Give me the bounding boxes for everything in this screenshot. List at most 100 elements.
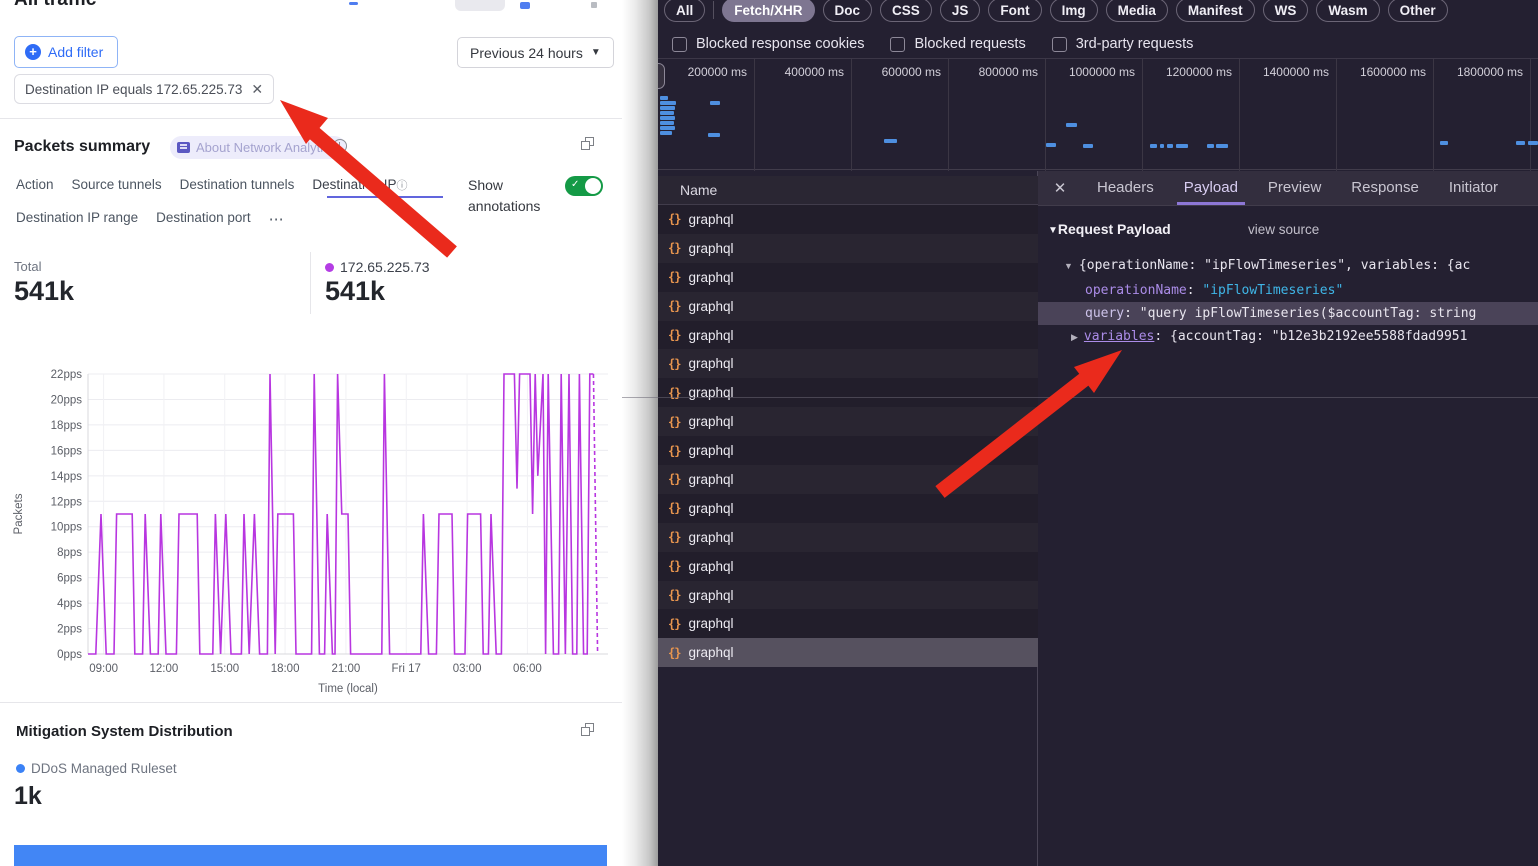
- filter-pill-manifest[interactable]: Manifest: [1176, 0, 1255, 22]
- view-source-link[interactable]: view source: [1248, 222, 1319, 237]
- checkbox-3rd-party-requests[interactable]: 3rd-party requests: [1052, 36, 1194, 52]
- json-braces-icon: {}: [668, 646, 680, 660]
- expand-icon[interactable]: [581, 723, 594, 736]
- checkbox-blocked-requests[interactable]: Blocked requests: [890, 36, 1025, 52]
- waterfall-request-mark: [660, 116, 675, 120]
- close-icon[interactable]: ✕: [251, 81, 263, 98]
- details-tab-response[interactable]: Response: [1336, 171, 1434, 206]
- tab-destination-ip[interactable]: Destination IP ⓘ: [312, 177, 407, 193]
- svg-text:Time (local): Time (local): [318, 683, 378, 695]
- request-name: graphql: [688, 559, 733, 574]
- request-row[interactable]: {}graphql: [658, 609, 1038, 638]
- request-name: graphql: [688, 385, 733, 400]
- request-row[interactable]: {}graphql: [658, 407, 1038, 436]
- filter-chip[interactable]: Destination IP equals 172.65.225.73 ✕: [14, 74, 274, 104]
- details-tab-headers[interactable]: Headers: [1082, 171, 1169, 206]
- tab-destination-port[interactable]: Destination port: [156, 210, 251, 228]
- payload-row-operationName[interactable]: operationName: "ipFlowTimeseries": [1038, 279, 1538, 302]
- checkbox-box[interactable]: [672, 37, 687, 52]
- request-row[interactable]: {}graphql: [658, 378, 1038, 407]
- more-tabs-button[interactable]: ⋯: [269, 210, 285, 228]
- header-fragment: [591, 2, 597, 8]
- request-rows: {}graphql{}graphql{}graphql{}graphql{}gr…: [658, 205, 1038, 667]
- svg-text:15:00: 15:00: [210, 663, 239, 675]
- request-name: graphql: [688, 645, 733, 660]
- svg-text:06:00: 06:00: [513, 663, 542, 675]
- request-row[interactable]: {}graphql: [658, 263, 1038, 292]
- header-fragment: [455, 0, 505, 11]
- header-fragment: [520, 2, 530, 9]
- filter-pill-other[interactable]: Other: [1388, 0, 1448, 22]
- header-fragment: [349, 2, 358, 5]
- request-row[interactable]: {}graphql: [658, 494, 1038, 523]
- tab-source-tunnels[interactable]: Source tunnels: [72, 177, 162, 193]
- request-row[interactable]: {}graphql: [658, 292, 1038, 321]
- tab-destination-tunnels[interactable]: Destination tunnels: [180, 177, 295, 193]
- request-payload-section[interactable]: ▼Request Payload: [1048, 221, 1171, 237]
- json-braces-icon: {}: [668, 415, 680, 429]
- json-braces-icon: {}: [668, 472, 680, 486]
- expand-icon[interactable]: [581, 137, 594, 150]
- request-row[interactable]: {} graphql: [658, 638, 1038, 667]
- checkbox-box[interactable]: [1052, 37, 1067, 52]
- timeline-tick-label: 800000 ms: [949, 65, 1038, 79]
- details-tab-payload[interactable]: Payload: [1169, 171, 1253, 206]
- packets-timeseries-chart[interactable]: 0pps2pps4pps6pps8pps10pps12pps14pps16pps…: [8, 360, 618, 696]
- timeline-tick-label: 1000000 ms: [1046, 65, 1135, 79]
- filter-pill-doc[interactable]: Doc: [823, 0, 873, 22]
- svg-text:10pps: 10pps: [51, 522, 83, 534]
- window-artifact-line: [622, 397, 1538, 398]
- filter-pill-all[interactable]: All: [664, 0, 705, 22]
- json-braces-icon: {}: [668, 357, 680, 371]
- filter-pill-fetch-xhr[interactable]: Fetch/XHR: [722, 0, 814, 22]
- filter-chip-label: Destination IP equals 172.65.225.73: [25, 82, 242, 97]
- payload-row-query[interactable]: query: "query ipFlowTimeseries($accountT…: [1038, 302, 1538, 325]
- json-braces-icon: {}: [668, 328, 680, 342]
- details-tab-initiator[interactable]: Initiator: [1434, 171, 1513, 206]
- payload-summary-line[interactable]: ▼{operationName: "ipFlowTimeseries", var…: [1038, 254, 1538, 277]
- checkbox-box[interactable]: [890, 37, 905, 52]
- checkbox-blocked-response-cookies[interactable]: Blocked response cookies: [672, 36, 864, 52]
- request-name: graphql: [688, 443, 733, 458]
- filter-pill-font[interactable]: Font: [988, 0, 1041, 22]
- active-tab-underline: [327, 196, 443, 198]
- details-tab-preview[interactable]: Preview: [1253, 171, 1336, 206]
- request-row[interactable]: {}graphql: [658, 349, 1038, 378]
- request-row[interactable]: {}graphql: [658, 321, 1038, 350]
- request-row[interactable]: {}graphql: [658, 581, 1038, 610]
- network-overview-timeline[interactable]: 200000 ms400000 ms600000 ms800000 ms1000…: [658, 58, 1538, 170]
- svg-text:4pps: 4pps: [57, 598, 82, 610]
- filter-pill-media[interactable]: Media: [1106, 0, 1168, 22]
- timeline-tick-label: 200000 ms: [658, 65, 747, 79]
- request-row[interactable]: {}graphql: [658, 465, 1038, 494]
- payload-row-variables[interactable]: ▶variables: {accountTag: "b12e3b2192ee55…: [1038, 325, 1538, 348]
- request-row[interactable]: {}graphql: [658, 436, 1038, 465]
- filter-pill-wasm[interactable]: Wasm: [1316, 0, 1379, 22]
- request-list-panel: Name {} graphql {} graphql {} graphql {} graphq…: [658, 171, 1038, 866]
- show-annotations-toggle[interactable]: ✓: [565, 176, 603, 196]
- tab-destination-ip-range[interactable]: Destination IP range: [16, 210, 138, 228]
- close-icon[interactable]: ✕: [1038, 179, 1082, 197]
- svg-text:Fri 17: Fri 17: [392, 663, 421, 675]
- filter-pill-img[interactable]: Img: [1050, 0, 1098, 22]
- request-row[interactable]: {}graphql: [658, 523, 1038, 552]
- waterfall-request-mark: [708, 133, 720, 137]
- waterfall-request-mark: [1150, 144, 1157, 148]
- name-column-header[interactable]: Name: [658, 176, 1038, 205]
- tab-action[interactable]: Action: [16, 177, 54, 193]
- request-row[interactable]: {}graphql: [658, 234, 1038, 263]
- divider: [310, 252, 311, 314]
- mitigation-legend-label: DDoS Managed Ruleset: [31, 761, 177, 776]
- request-row[interactable]: {} graphql: [658, 552, 1038, 581]
- filter-pill-css[interactable]: CSS: [880, 0, 932, 22]
- add-filter-button[interactable]: + Add filter: [14, 36, 118, 68]
- request-row[interactable]: {}graphql: [658, 205, 1038, 234]
- filter-pill-js[interactable]: JS: [940, 0, 981, 22]
- about-network-analytics-badge[interactable]: About Network Analytics: [170, 136, 346, 159]
- json-braces-icon: {}: [668, 559, 680, 573]
- svg-text:2pps: 2pps: [57, 624, 82, 636]
- waterfall-request-mark: [660, 101, 676, 105]
- json-braces-icon: {}: [668, 501, 680, 515]
- time-range-dropdown[interactable]: Previous 24 hours ▼: [457, 37, 614, 68]
- filter-pill-ws[interactable]: WS: [1263, 0, 1309, 22]
